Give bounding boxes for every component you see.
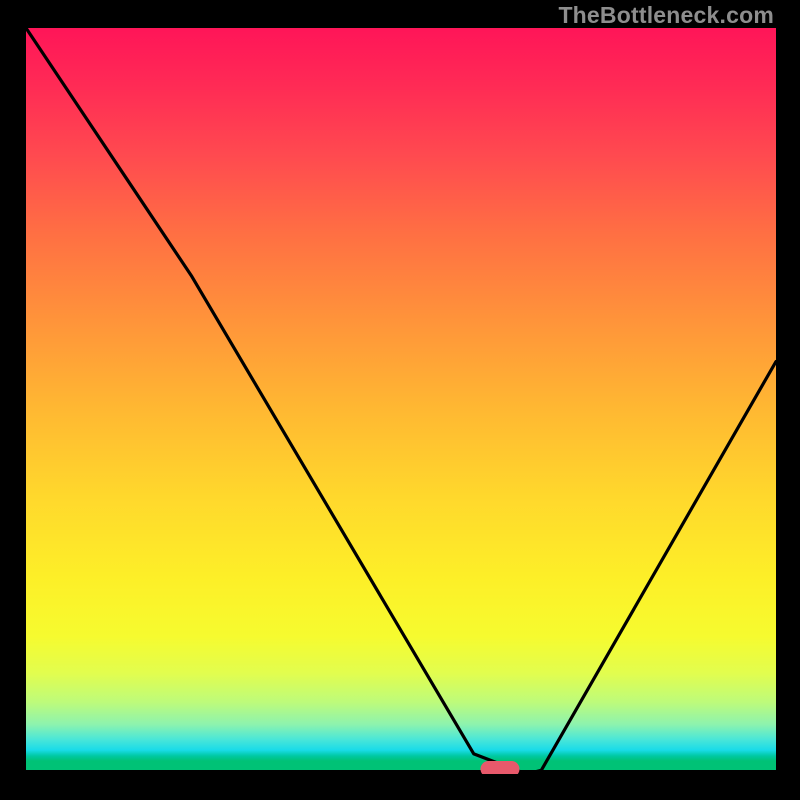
plot-area [26, 28, 776, 774]
chart-container: TheBottleneck.com [0, 0, 800, 800]
attribution-label: TheBottleneck.com [558, 2, 774, 29]
bottleneck-curve [26, 28, 776, 774]
optimal-point-marker [481, 761, 520, 774]
